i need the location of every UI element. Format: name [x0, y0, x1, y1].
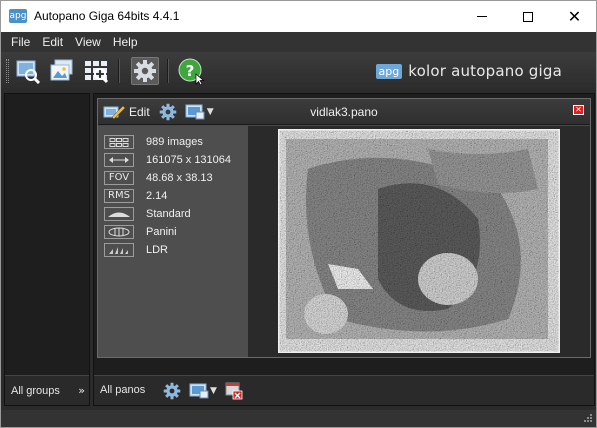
settings-gear-icon	[134, 60, 156, 82]
maximize-button[interactable]	[505, 1, 550, 32]
settings-button[interactable]	[131, 57, 159, 85]
menu-file[interactable]: File	[5, 35, 36, 49]
close-icon: ✕	[575, 105, 582, 114]
fov-value: 48.68 x 38.13	[146, 172, 213, 184]
pano-preview	[248, 126, 590, 357]
dynamic-range-icon	[104, 243, 134, 257]
projection-panini-icon	[104, 225, 134, 239]
rms-icon: RMS	[104, 189, 134, 203]
import-images-button[interactable]	[48, 57, 76, 85]
pano-card-header: Edit ▼ vidlak3.pano ✕	[98, 99, 590, 125]
all-groups-label: All groups	[11, 384, 60, 397]
image-grid-icon	[104, 135, 134, 149]
toolbar-separator	[167, 59, 169, 83]
brand-text: kolor autopano giga	[408, 62, 562, 80]
property-fov: FOV 48.68 x 38.13	[104, 171, 213, 185]
images-count: 989 images	[146, 136, 203, 148]
close-icon: ✕	[567, 6, 582, 26]
app-logo-icon: apg	[9, 9, 27, 23]
batch-settings-button[interactable]	[162, 381, 182, 401]
property-images: 989 images	[104, 135, 203, 149]
chevron-down-icon: ▼	[210, 386, 217, 396]
render-icon	[189, 383, 209, 399]
property-dynamic-range: LDR	[104, 243, 168, 257]
all-panos-label: All panos	[100, 384, 146, 396]
panos-panel: Edit ▼ vidlak3.pano ✕ 989 images 161075 …	[93, 93, 595, 406]
menu-help[interactable]: Help	[107, 35, 144, 49]
status-bar	[0, 410, 597, 428]
pano-properties: 989 images 161075 x 131064 FOV 48.68 x 3…	[98, 126, 248, 357]
brand-logo: apg kolor autopano giga	[375, 62, 562, 80]
maximize-icon	[522, 11, 533, 22]
resize-grip-icon[interactable]	[581, 413, 593, 425]
import-images-icon	[50, 59, 73, 81]
toolbar-separator	[118, 59, 120, 83]
panorama-thumbnail[interactable]	[278, 129, 560, 353]
main-area: All groups » Edit ▼ vidlak3.pano ✕ 989 i…	[0, 90, 597, 410]
projection-standard-value: Standard	[146, 208, 191, 220]
minimize-button[interactable]	[459, 1, 504, 32]
detect-panoramas-icon	[85, 61, 109, 84]
remove-panos-button[interactable]	[224, 381, 244, 401]
projection-standard-icon	[104, 207, 134, 221]
brand-badge: apg	[375, 63, 403, 79]
dimensions-value: 161075 x 131064	[146, 154, 232, 166]
property-rms: RMS 2.14	[104, 189, 167, 203]
property-projection-panini: Panini	[104, 225, 177, 239]
menu-bar: File Edit View Help	[0, 32, 597, 52]
title-bar: apg Autopano Giga 64bits 4.4.1 ✕	[0, 0, 597, 32]
dimensions-arrow-icon	[104, 153, 134, 167]
close-pano-button[interactable]: ✕	[573, 105, 584, 115]
projection-panini-value: Panini	[146, 226, 177, 238]
menu-view[interactable]: View	[69, 35, 107, 49]
property-projection-standard: Standard	[104, 207, 191, 221]
groups-footer: All groups »	[5, 375, 89, 405]
window-title: Autopano Giga 64bits 4.4.1	[34, 9, 180, 23]
settings-gear-icon	[163, 382, 181, 400]
pano-card[interactable]: Edit ▼ vidlak3.pano ✕ 989 images 161075 …	[97, 98, 591, 358]
svg-text:?: ?	[186, 62, 195, 80]
fov-icon: FOV	[104, 171, 134, 185]
property-dimensions: 161075 x 131064	[104, 153, 231, 167]
toolbar-grip[interactable]	[6, 59, 9, 83]
menu-edit[interactable]: Edit	[36, 35, 69, 49]
minimize-icon	[476, 16, 487, 17]
toolbar: ? apg kolor autopano giga	[0, 52, 597, 90]
select-images-button[interactable]	[14, 57, 42, 85]
batch-render-dropdown-button[interactable]: ▼	[187, 381, 219, 401]
dynamic-range-value: LDR	[146, 244, 169, 256]
panos-footer: All panos ▼	[94, 375, 594, 405]
detect-panoramas-button[interactable]	[82, 57, 110, 85]
groups-panel[interactable]: All groups »	[4, 93, 90, 406]
delete-pano-icon	[225, 382, 243, 400]
help-button[interactable]: ?	[177, 57, 205, 85]
double-chevron-right-icon[interactable]: »	[78, 384, 85, 397]
pano-title: vidlak3.pano	[310, 105, 378, 119]
select-images-icon	[16, 60, 41, 84]
rms-value: 2.14	[146, 190, 168, 202]
close-button[interactable]: ✕	[552, 1, 597, 32]
help-icon: ?	[178, 58, 205, 85]
